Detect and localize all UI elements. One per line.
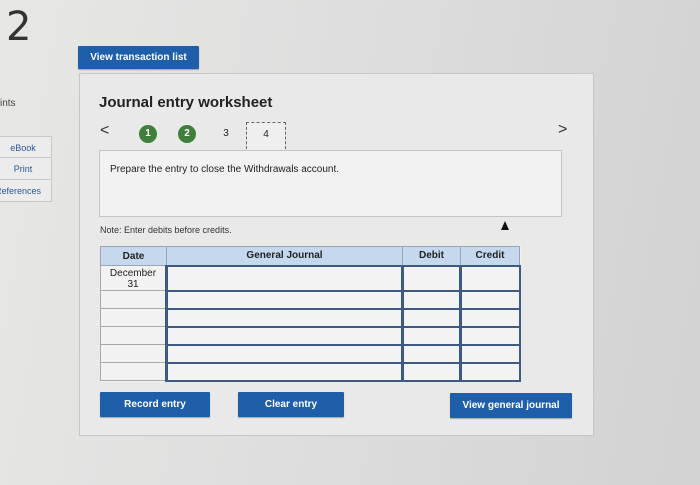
credit-input[interactable] [459, 264, 521, 292]
sidebar-links: eBook Print References [0, 136, 52, 202]
step-3-button[interactable]: 3 [217, 125, 235, 143]
header-debit: Debit [402, 246, 461, 266]
print-link[interactable]: Print [0, 158, 52, 180]
date-cell [100, 308, 167, 327]
date-day: 31 [127, 279, 139, 290]
debit-input[interactable] [401, 361, 462, 382]
previous-arrow-icon[interactable]: < [100, 122, 109, 140]
instruction-box: Prepare the entry to close the Withdrawa… [99, 150, 562, 217]
general-journal-input[interactable] [165, 307, 404, 328]
credit-input[interactable] [459, 361, 521, 382]
debit-input[interactable] [401, 307, 462, 328]
general-journal-input[interactable] [165, 264, 404, 292]
header-general-journal: General Journal [166, 246, 403, 266]
credit-input[interactable] [459, 343, 521, 364]
debit-input[interactable] [401, 343, 462, 364]
date-cell: December 31 [100, 265, 167, 291]
next-arrow-icon[interactable]: > [558, 121, 567, 139]
credit-input[interactable] [459, 289, 521, 310]
header-date: Date [100, 246, 167, 266]
step-1-button[interactable]: 1 [139, 125, 157, 143]
credit-input[interactable] [459, 307, 521, 328]
note-text: Note: Enter debits before credits. [100, 225, 232, 235]
date-cell [100, 344, 167, 363]
mouse-cursor-icon [501, 221, 509, 230]
record-entry-button[interactable]: Record entry [100, 392, 210, 417]
debit-input[interactable] [401, 264, 462, 292]
references-link[interactable]: References [0, 180, 52, 202]
general-journal-input[interactable] [165, 361, 404, 382]
journal-table: Date General Journal Debit Credit Decemb… [100, 246, 521, 382]
ebook-link[interactable]: eBook [0, 136, 52, 158]
points-label: ints [0, 98, 16, 109]
step-2-button[interactable]: 2 [178, 125, 196, 143]
header-credit: Credit [460, 246, 520, 266]
view-transaction-list-button[interactable]: View transaction list [78, 46, 199, 69]
table-row [100, 289, 521, 310]
date-cell [100, 362, 167, 381]
debit-input[interactable] [401, 289, 462, 310]
credit-input[interactable] [459, 325, 521, 346]
table-row [100, 325, 521, 346]
view-general-journal-button[interactable]: View general journal [450, 393, 572, 418]
date-cell [100, 326, 167, 345]
debit-input[interactable] [401, 325, 462, 346]
question-number: 2 [6, 4, 32, 50]
table-row [100, 307, 521, 328]
general-journal-input[interactable] [165, 289, 404, 310]
general-journal-input[interactable] [165, 325, 404, 346]
table-row [100, 343, 521, 364]
general-journal-input[interactable] [165, 343, 404, 364]
table-row: December 31 [100, 264, 521, 292]
journal-entry-worksheet: Journal entry worksheet < 1 2 3 4 > Prep… [79, 73, 594, 436]
date-cell [100, 290, 167, 309]
table-row [100, 361, 521, 382]
date-month: December [109, 268, 157, 279]
worksheet-title: Journal entry worksheet [99, 94, 273, 111]
clear-entry-button[interactable]: Clear entry [238, 392, 344, 417]
